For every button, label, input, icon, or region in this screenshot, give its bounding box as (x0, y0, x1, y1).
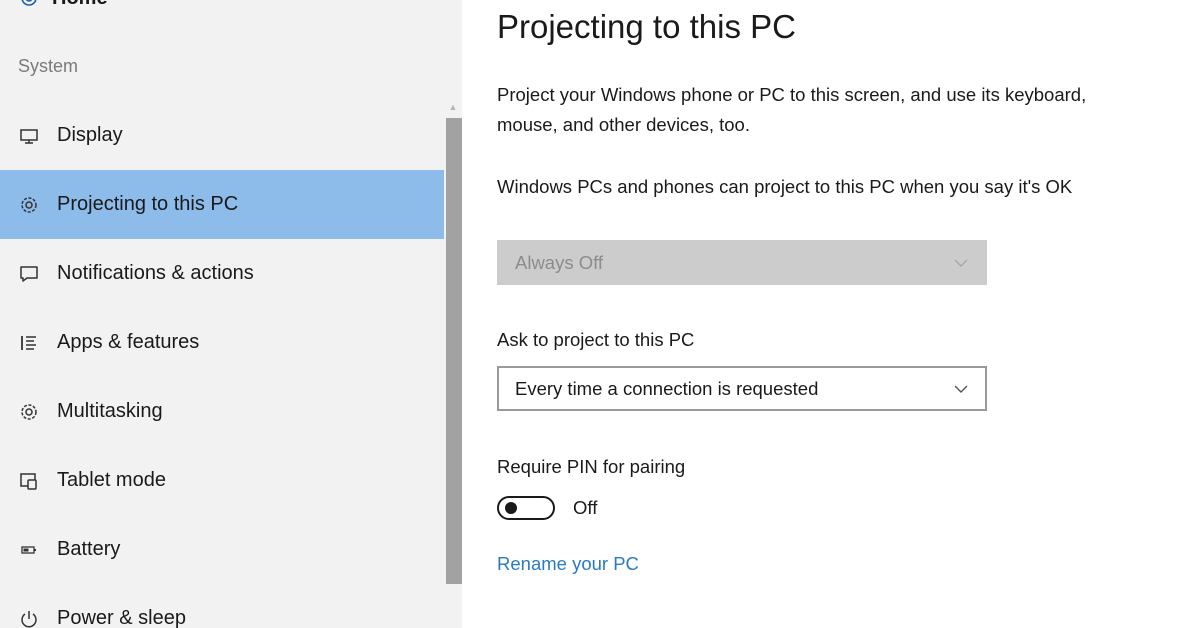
chevron-down-icon (953, 258, 969, 268)
apps-features-icon (18, 332, 40, 354)
home-label: Home (52, 0, 108, 10)
multitasking-icon (18, 401, 40, 423)
toggle-knob (505, 502, 517, 514)
battery-icon (18, 539, 40, 561)
sidebar-item-notifications[interactable]: Notifications & actions (0, 239, 444, 308)
ask-to-project-label: Ask to project to this PC (497, 329, 695, 350)
main-content: Projecting to this PC Project your Windo… (462, 0, 1196, 628)
tablet-mode-icon (18, 470, 40, 492)
sidebar-item-multitasking[interactable]: Multitasking (0, 377, 444, 446)
sidebar-item-label: Display (57, 124, 123, 146)
require-pin-toggle-row: Off (497, 496, 597, 520)
sidebar-scrollbar-thumb[interactable] (446, 118, 462, 584)
page-title: Projecting to this PC (497, 8, 796, 45)
projecting-icon (18, 194, 40, 216)
require-pin-toggle-state: Off (573, 497, 598, 518)
sidebar-item-label: Battery (57, 538, 121, 560)
sidebar-item-label: Tablet mode (57, 469, 166, 491)
sidebar-item-label: Multitasking (57, 400, 163, 422)
sidebar-item-label: Notifications & actions (57, 262, 254, 284)
sidebar-item-tablet-mode[interactable]: Tablet mode (0, 446, 444, 515)
display-icon (18, 125, 40, 147)
windows-pcs-dropdown-value: Always Off (515, 251, 604, 273)
sidebar-item-battery[interactable]: Battery (0, 515, 444, 584)
windows-pcs-label: Windows PCs and phones can project to th… (497, 176, 1073, 197)
page-description: Project your Windows phone or PC to this… (497, 84, 1087, 135)
require-pin-toggle[interactable] (497, 496, 555, 520)
sidebar-item-projecting[interactable]: Projecting to this PC (0, 170, 444, 239)
sidebar-item-label: Apps & features (57, 331, 200, 353)
rename-pc-link[interactable]: Rename your PC (497, 553, 639, 575)
sidebar-nav: Display Projecting to this PC Notificati… (0, 101, 444, 628)
gear-icon (18, 0, 40, 9)
section-label-system: System (18, 56, 79, 76)
sidebar-item-display[interactable]: Display (0, 101, 444, 170)
settings-window: Home System Display (0, 0, 1196, 628)
sidebar-item-label: Power & sleep (57, 607, 186, 628)
sidebar-item-power-sleep[interactable]: Power & sleep (0, 584, 444, 628)
sidebar-item-apps-features[interactable]: Apps & features (0, 308, 444, 377)
sidebar-item-label: Projecting to this PC (57, 193, 239, 215)
home-nav-item[interactable]: Home (18, 0, 108, 10)
scroll-up-arrow-icon[interactable]: ▲ (447, 101, 459, 113)
windows-pcs-dropdown: Always Off (497, 240, 987, 285)
require-pin-label: Require PIN for pairing (497, 456, 686, 477)
notifications-icon (18, 263, 40, 285)
ask-to-project-dropdown[interactable]: Every time a connection is requested (497, 366, 987, 411)
sidebar: Home System Display (0, 0, 462, 628)
ask-to-project-dropdown-value: Every time a connection is requested (515, 377, 819, 399)
power-icon (18, 608, 40, 628)
chevron-down-icon (953, 384, 969, 394)
